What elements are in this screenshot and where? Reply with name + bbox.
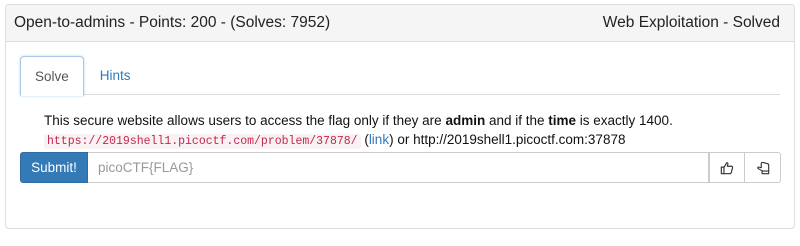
challenge-title: Open-to-admins - Points: 200 - (Solves: … bbox=[14, 14, 331, 31]
like-button[interactable] bbox=[709, 152, 745, 183]
flag-input[interactable] bbox=[88, 152, 709, 183]
admin-keyword: admin bbox=[445, 113, 486, 128]
description-line-2: https://2019shell1.picoctf.com/problem/3… bbox=[44, 130, 780, 151]
flag-submit-row: Submit! bbox=[20, 152, 781, 183]
challenge-header: Open-to-admins - Points: 200 - (Solves: … bbox=[6, 5, 794, 42]
problem-link[interactable]: link bbox=[369, 132, 389, 147]
challenge-panel: Open-to-admins - Points: 200 - (Solves: … bbox=[5, 4, 795, 229]
thumbs-up-icon bbox=[720, 161, 734, 174]
thumbs-down-icon bbox=[756, 161, 769, 174]
challenge-description: This secure website allows users to acce… bbox=[20, 95, 780, 151]
challenge-tabs: Solve Hints bbox=[20, 56, 780, 96]
description-line-1: This secure website allows users to acce… bbox=[44, 113, 673, 128]
submit-button[interactable]: Submit! bbox=[20, 152, 88, 183]
challenge-category-status: Web Exploitation - Solved bbox=[602, 14, 780, 31]
problem-url-code: https://2019shell1.picoctf.com/problem/3… bbox=[44, 134, 361, 149]
challenge-body: Solve Hints This secure website allows u… bbox=[6, 42, 794, 183]
time-keyword: time bbox=[548, 113, 577, 128]
tab-hints[interactable]: Hints bbox=[86, 56, 145, 95]
dislike-button[interactable] bbox=[745, 152, 781, 183]
tab-solve[interactable]: Solve bbox=[20, 56, 84, 96]
